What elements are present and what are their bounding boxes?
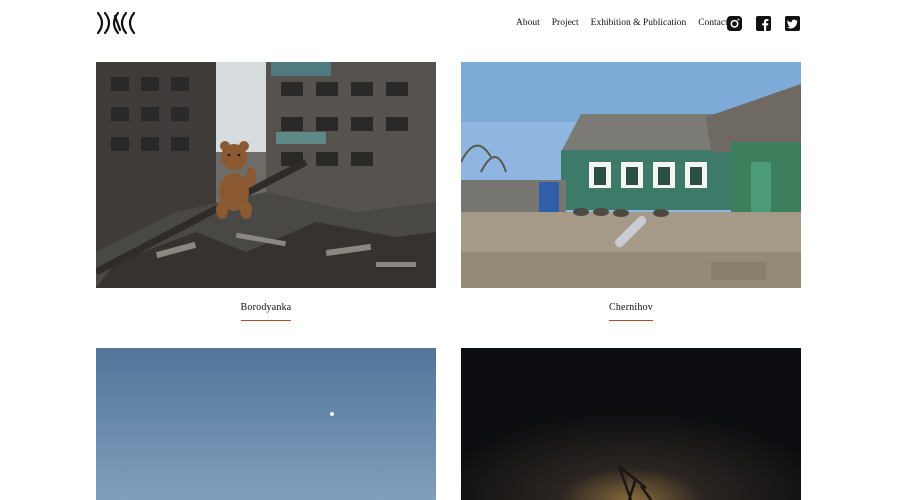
chernihov-photo [461,62,801,288]
gallery-caption-chernihov[interactable]: Chernihov [461,302,801,321]
nav-about[interactable]: About [516,18,540,28]
nav-project[interactable]: Project [552,18,579,28]
instagram-link[interactable] [727,16,742,31]
gallery-tile-chernihov[interactable] [461,62,801,288]
gallery-tile-4[interactable] [461,348,801,500]
caption-title: Borodyanka [240,302,292,321]
studio-logo-icon [96,11,136,35]
facebook-icon [756,16,771,31]
instagram-icon [727,16,742,31]
gallery-caption-borodyanka[interactable]: Borodyanka [96,302,436,321]
borodyanka-photo [96,62,436,288]
twitter-link[interactable] [785,16,800,31]
caption-title: Chernihov [608,302,654,321]
main-nav: About Project Exhibition & Publication C… [516,18,740,28]
social-links [727,16,800,31]
night-scene-photo [461,348,801,500]
twitter-icon [785,16,800,31]
nav-contact[interactable]: Contact [698,18,728,28]
sky-moon-photo [96,348,436,500]
site-logo[interactable] [96,11,140,35]
gallery-tile-borodyanka[interactable] [96,62,436,288]
nav-exhibition-publication[interactable]: Exhibition & Publication [591,18,687,28]
facebook-link[interactable] [756,16,771,31]
gallery-tile-3[interactable] [96,348,436,500]
